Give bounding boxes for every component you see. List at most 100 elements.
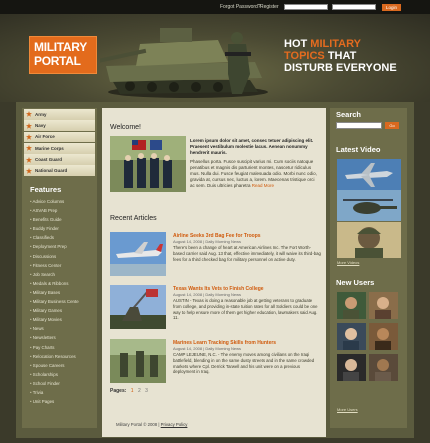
user-avatar[interactable]	[369, 323, 398, 350]
feature-link[interactable]: Benefits Guide	[30, 217, 94, 226]
category-item-army[interactable]: Army	[24, 109, 95, 120]
more-users-link[interactable]: More Users	[337, 407, 358, 412]
category-menu: Army Navy Air Force Marine Corps Coast G…	[24, 109, 95, 177]
slogan-that: THAT	[324, 50, 357, 62]
article-text: CAMP LEJEUNE, N.C. - The enemy moves amo…	[173, 352, 315, 375]
feature-link[interactable]: Fitness Center	[30, 263, 94, 272]
user-avatar[interactable]	[337, 323, 366, 350]
feature-link[interactable]: Job Search	[30, 272, 94, 281]
star-icon	[26, 156, 32, 163]
feature-link[interactable]: Military Bases	[30, 290, 94, 299]
feature-link[interactable]: Military Movies	[30, 317, 94, 326]
feature-link[interactable]: Classifieds	[30, 235, 94, 244]
login-button[interactable]: Login	[382, 4, 401, 11]
feature-link[interactable]: Trivia	[30, 390, 94, 399]
category-label: Army	[35, 111, 47, 117]
recent-articles-heading: Recent Articles	[110, 215, 157, 222]
slogan-military: MILITARY	[310, 38, 361, 50]
category-label: National Guard	[35, 168, 68, 174]
username-input[interactable]	[284, 4, 328, 10]
star-icon	[26, 167, 32, 174]
feature-link[interactable]: Military Business Cente	[30, 299, 94, 308]
slogan-topics: TOPICS	[284, 50, 325, 62]
feature-link[interactable]: Unit Pages	[30, 399, 94, 408]
slogan-hot: HOT	[284, 38, 311, 50]
welcome-body: Phasellus porta. Fusce suscipit varius m…	[190, 159, 318, 189]
category-item-coast-guard[interactable]: Coast Guard	[24, 154, 95, 165]
feature-link[interactable]: Discussions	[30, 254, 94, 263]
welcome-lead: Lorem ipsum dolor sit amet, consec tetue…	[190, 138, 314, 155]
fighter-jet-video-thumb[interactable]	[337, 159, 401, 190]
star-icon	[26, 133, 32, 140]
user-avatar[interactable]	[337, 354, 366, 381]
features-list: Advice Columns ASVAB Prep Benefits Guide…	[30, 199, 94, 408]
feature-link[interactable]: Deployment Prep	[30, 244, 94, 253]
pagination: Pages: 1 2 3	[110, 388, 148, 394]
read-more-link[interactable]: Read More	[252, 183, 274, 188]
page-link-3[interactable]: 3	[145, 388, 148, 394]
user-avatar[interactable]	[369, 292, 398, 319]
search-input[interactable]	[336, 122, 382, 129]
site-logo[interactable]: MILITARY PORTAL	[29, 36, 97, 74]
category-label: Air Force	[35, 134, 55, 140]
feature-link[interactable]: Advice Columns	[30, 199, 94, 208]
feature-link[interactable]: Relocation Resources	[30, 354, 94, 363]
feature-link[interactable]: Newsletters	[30, 335, 94, 344]
slogan: HOT MILITARY TOPICS THAT DISTURB EVERYON…	[284, 38, 424, 74]
category-item-air-force[interactable]: Air Force	[24, 131, 95, 143]
article-1: Airline Seeks 3rd Bag Fee for Troops Aug…	[173, 233, 321, 262]
article-text: There's been a change of heart at Americ…	[173, 245, 321, 262]
star-icon	[26, 145, 32, 152]
more-videos-link[interactable]: More Videos	[337, 260, 359, 265]
tank-soldier-image	[100, 28, 268, 98]
feature-link[interactable]: Pay Charts	[30, 345, 94, 354]
feature-link[interactable]: Scholarships	[30, 372, 94, 381]
user-avatar[interactable]	[369, 354, 398, 381]
latest-video-heading: Latest Video	[336, 145, 381, 154]
feature-link[interactable]: Military Games	[30, 308, 94, 317]
article-meta: August 14, 2008 | Daily Morning News	[173, 346, 241, 351]
feature-link[interactable]: Spouse Careers	[30, 363, 94, 372]
password-input[interactable]	[332, 4, 376, 10]
iwo-jima-memorial-photo	[110, 285, 166, 329]
category-label: Coast Guard	[35, 157, 63, 163]
category-label: Navy	[35, 123, 46, 129]
star-icon	[26, 111, 32, 118]
features-heading: Features	[30, 185, 62, 194]
welcome-heading: Welcome!	[110, 124, 141, 131]
footer: Military Portal © 2008 | Privacy Policy	[116, 422, 187, 427]
register-link[interactable]: Register	[260, 4, 279, 10]
search-go-button[interactable]: Go	[385, 122, 399, 129]
feature-link[interactable]: School Finder	[30, 381, 94, 390]
logo-line-2: PORTAL	[34, 54, 81, 68]
feature-link[interactable]: ASVAB Prep	[30, 208, 94, 217]
category-item-navy[interactable]: Navy	[24, 120, 95, 132]
page-link-2[interactable]: 2	[138, 388, 141, 394]
article-meta: August 14, 2008 | Daily Morning News	[173, 239, 241, 244]
page-link-1[interactable]: 1	[131, 388, 134, 394]
airplane-photo	[110, 232, 166, 276]
user-avatar[interactable]	[337, 292, 366, 319]
article-meta: August 14, 2008 | Daily Morning News	[173, 292, 241, 297]
helicopter-video-thumb[interactable]	[337, 190, 401, 221]
category-item-marine-corps[interactable]: Marine Corps	[24, 142, 95, 154]
search-heading: Search	[336, 110, 362, 119]
footer-copyright: Military Portal © 2008 |	[116, 422, 161, 427]
forgot-password-link[interactable]: Forgot Password?	[220, 4, 261, 10]
feature-link[interactable]: Buddy Finder	[30, 226, 94, 235]
category-label: Marine Corps	[35, 145, 64, 151]
soldier-video-thumb[interactable]	[337, 222, 401, 258]
welcome-text: Lorem ipsum dolor sit amet, consec tetue…	[190, 138, 318, 189]
top-bar: Forgot Password? Register Login	[0, 0, 430, 14]
star-icon	[26, 122, 32, 129]
privacy-policy-link[interactable]: Privacy Policy	[161, 422, 188, 427]
article-2: Texas Wants Its Vets to Finish College A…	[173, 286, 321, 321]
feature-link[interactable]: Medals & Ribbons	[30, 281, 94, 290]
logo-line-1: MILITARY	[34, 40, 87, 54]
slogan-disturb: DISTURB EVERYONE	[284, 62, 397, 74]
pages-label: Pages:	[110, 388, 127, 394]
new-users-heading: New Users	[336, 278, 375, 287]
category-item-national-guard[interactable]: National Guard	[24, 165, 95, 177]
article-text: AUSTIN - Texas is doing a reasonable job…	[173, 298, 318, 321]
feature-link[interactable]: News	[30, 326, 94, 335]
